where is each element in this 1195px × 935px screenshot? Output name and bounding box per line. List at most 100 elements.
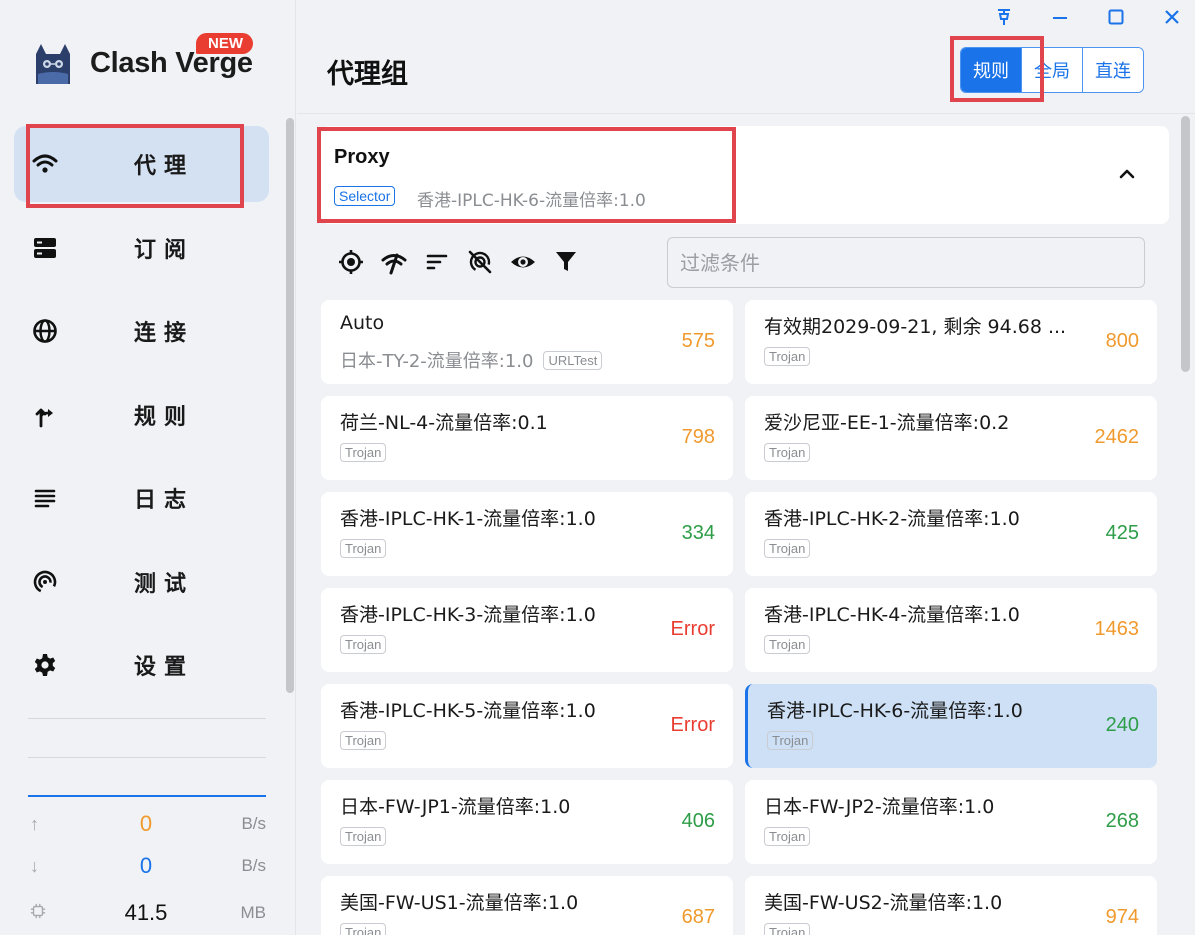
proxy-node-card[interactable]: 香港-IPLC-HK-3-流量倍率:1.0 Trojan Error: [321, 588, 733, 672]
mode-global-button[interactable]: 全局: [1021, 48, 1082, 92]
locate-icon[interactable]: [331, 237, 371, 287]
proxy-delay[interactable]: Error: [671, 618, 715, 641]
proxy-node-card[interactable]: 香港-IPLC-HK-5-流量倍率:1.0 Trojan Error: [321, 684, 733, 768]
maximize-icon[interactable]: [1101, 4, 1131, 30]
proxy-type-badge: Trojan: [764, 347, 811, 366]
sidebar-item-label: 订阅: [134, 237, 195, 263]
proxy-type-badge: Trojan: [764, 443, 811, 462]
wifi-icon: [30, 149, 60, 179]
proxy-node-card[interactable]: 美国-FW-US2-流量倍率:1.0 Trojan 974: [745, 876, 1157, 935]
proxy-delay[interactable]: 334: [682, 522, 715, 545]
memory-value: 41.5: [124, 900, 168, 925]
sidebar-item-rules[interactable]: 规则: [14, 377, 269, 453]
proxy-list: Auto 日本-TY-2-流量倍率:1.0 URLTest 575 有效期2029-09…: [321, 300, 1157, 935]
mode-direct-button[interactable]: 直连: [1082, 48, 1143, 92]
new-badge[interactable]: NEW: [196, 33, 253, 54]
upload-value: 0: [139, 811, 153, 836]
sidebar-item-label: 测试: [134, 571, 195, 597]
proxy-delay[interactable]: Error: [671, 714, 715, 737]
proxy-node-card[interactable]: 香港-IPLC-HK-1-流量倍率:1.0 Trojan 334: [321, 492, 733, 576]
sidebar-item-test[interactable]: 测试: [14, 544, 269, 620]
sort-icon[interactable]: [417, 237, 457, 287]
sidebar-item-proxy[interactable]: 代理: [14, 126, 269, 202]
sidebar-item-label: 规则: [134, 404, 195, 430]
sidebar-divider: [28, 757, 266, 758]
proxy-delay[interactable]: 800: [1106, 330, 1139, 353]
proxy-delay[interactable]: 425: [1106, 522, 1139, 545]
sidebar-item-label: 日志: [134, 488, 195, 513]
proxy-type-badge: Trojan: [340, 443, 387, 462]
proxy-delay[interactable]: 575: [682, 330, 715, 353]
proxy-node-meta: Trojan: [764, 923, 811, 935]
proxy-node-meta: 日本-TY-2-流量倍率:1.0 URLTest: [340, 347, 603, 373]
upload-arrow-icon: ↑: [30, 813, 39, 834]
download-speed: ↓ 0 B/s: [30, 846, 270, 886]
filter-input[interactable]: [667, 237, 1145, 288]
proxy-delay[interactable]: 240: [1106, 714, 1139, 737]
proxy-node-card[interactable]: Auto 日本-TY-2-流量倍率:1.0 URLTest 575: [321, 300, 733, 384]
group-current-node: 香港-IPLC-HK-6-流量倍率:1.0: [417, 191, 646, 211]
main-scrollbar[interactable]: [1181, 116, 1190, 372]
sidebar-item-label: 设置: [134, 655, 195, 680]
sidebar-scrollbar[interactable]: [286, 118, 294, 693]
proxy-type-badge: Trojan: [340, 635, 387, 654]
upload-unit: B/s: [241, 814, 266, 833]
proxy-node-card[interactable]: 荷兰-NL-4-流量倍率:0.1 Trojan 798: [321, 396, 733, 480]
proxy-delay[interactable]: 2462: [1095, 426, 1140, 449]
download-arrow-icon: ↓: [30, 855, 39, 876]
chevron-up-icon[interactable]: [1115, 162, 1139, 186]
proxy-node-name: 香港-IPLC-HK-5-流量倍率:1.0: [340, 700, 596, 722]
globe-icon: [30, 316, 60, 346]
proxy-node-meta: Trojan: [767, 731, 814, 750]
fork-icon: [30, 400, 60, 430]
hide-unavailable-icon[interactable]: [460, 237, 500, 287]
proxy-delay[interactable]: 1463: [1095, 618, 1140, 641]
eye-icon[interactable]: [503, 237, 543, 287]
proxy-type-badge: Trojan: [764, 635, 811, 654]
proxy-delay[interactable]: 268: [1106, 810, 1139, 833]
filter-icon[interactable]: [546, 237, 586, 287]
close-icon[interactable]: [1157, 4, 1187, 30]
sidebar-item-logs[interactable]: 日志: [14, 460, 269, 536]
proxy-node-name: 日本-FW-JP1-流量倍率:1.0: [340, 796, 571, 818]
group-type-badge: Selector: [334, 186, 396, 206]
proxy-node-card[interactable]: 日本-FW-JP1-流量倍率:1.0 Trojan 406: [321, 780, 733, 864]
speed-test-icon[interactable]: [374, 237, 414, 287]
proxy-node-name: 美国-FW-US2-流量倍率:1.0: [764, 892, 1003, 914]
sidebar-item-connections[interactable]: 连接: [14, 293, 269, 369]
minimize-icon[interactable]: [1045, 4, 1075, 30]
proxy-type-badge: Trojan: [764, 827, 811, 846]
proxy-node-card[interactable]: 香港-IPLC-HK-2-流量倍率:1.0 Trojan 425: [745, 492, 1157, 576]
proxy-node-card[interactable]: 香港-IPLC-HK-6-流量倍率:1.0 Trojan 240: [745, 684, 1157, 768]
sidebar-item-settings[interactable]: 设置: [14, 627, 269, 703]
memory-usage: 41.5 MB: [30, 893, 270, 933]
proxy-delay[interactable]: 974: [1106, 906, 1139, 929]
proxy-node-card[interactable]: 美国-FW-US1-流量倍率:1.0 Trojan 687: [321, 876, 733, 935]
proxy-delay[interactable]: 687: [682, 906, 715, 929]
mode-rule-button[interactable]: 规则: [961, 48, 1021, 92]
proxy-delay[interactable]: 406: [682, 810, 715, 833]
memory-chip-icon: [30, 903, 50, 924]
proxy-node-card[interactable]: 日本-FW-JP2-流量倍率:1.0 Trojan 268: [745, 780, 1157, 864]
page-title: 代理组: [327, 59, 408, 90]
pin-icon[interactable]: [989, 4, 1019, 30]
proxy-type-badge: Trojan: [764, 539, 811, 558]
sidebar-item-label: 连接: [134, 321, 195, 346]
proxy-node-name: 香港-IPLC-HK-6-流量倍率:1.0: [767, 700, 1023, 722]
storage-icon: [30, 233, 60, 263]
proxy-node-meta: Trojan: [340, 635, 387, 654]
proxy-node-meta: Trojan: [340, 443, 387, 462]
proxy-node-name: 日本-FW-JP2-流量倍率:1.0: [764, 796, 995, 818]
proxy-group-header[interactable]: Proxy Selector 香港-IPLC-HK-6-流量倍率:1.0: [321, 126, 1169, 224]
proxy-node-meta: Trojan: [340, 731, 387, 750]
main-panel: 代理组 规则 全局 直连 Proxy Selector 香港-IPLC-HK-6…: [297, 0, 1195, 935]
gear-icon: [30, 650, 60, 680]
proxy-node-name: 有效期2029-09-21, 剩余 94.68 ...: [764, 316, 1067, 338]
proxy-node-meta: Trojan: [340, 827, 387, 846]
proxy-node-card[interactable]: 有效期2029-09-21, 剩余 94.68 ... Trojan 800: [745, 300, 1157, 384]
proxy-node-current: 日本-TY-2-流量倍率:1.0: [340, 351, 534, 372]
proxy-node-card[interactable]: 香港-IPLC-HK-4-流量倍率:1.0 Trojan 1463: [745, 588, 1157, 672]
proxy-delay[interactable]: 798: [682, 426, 715, 449]
sidebar-item-subscription[interactable]: 订阅: [14, 210, 269, 286]
proxy-node-card[interactable]: 爱沙尼亚-EE-1-流量倍率:0.2 Trojan 2462: [745, 396, 1157, 480]
